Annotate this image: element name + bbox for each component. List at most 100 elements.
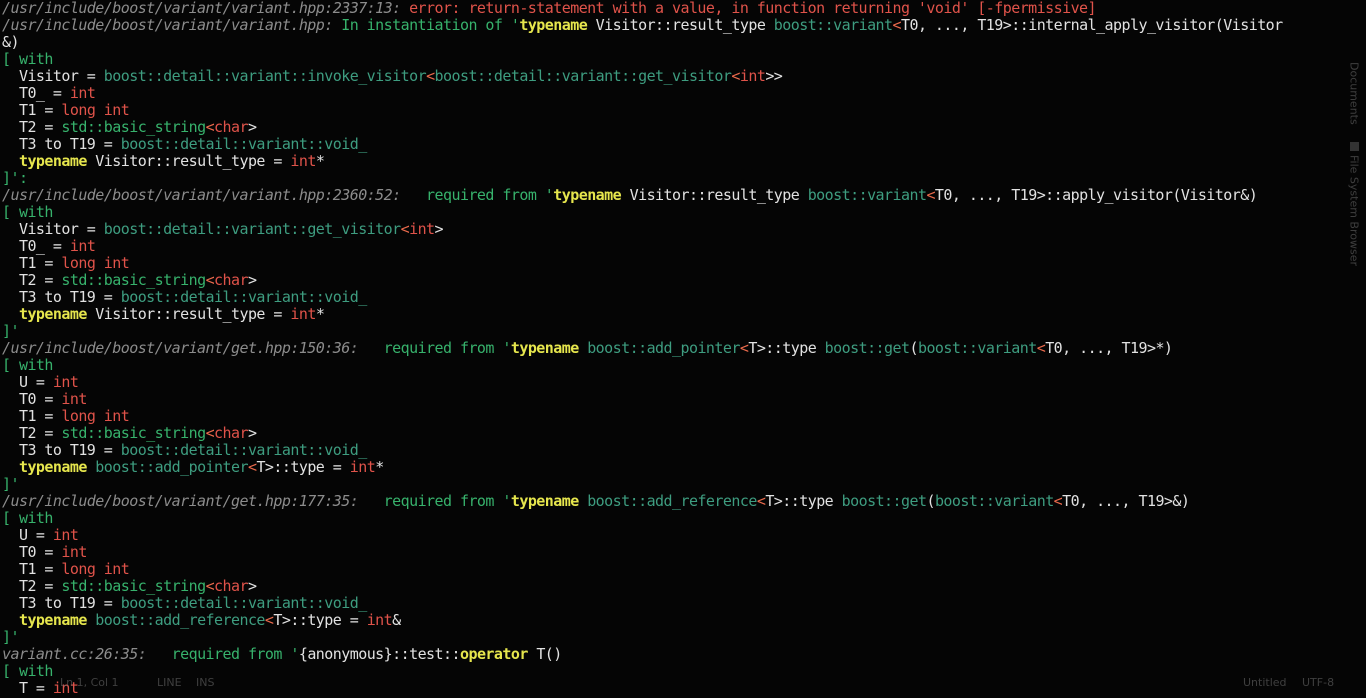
line-token: boost::add_pointer — [578, 339, 740, 357]
line-token: boost::add_reference — [578, 492, 757, 510]
line-token: [ with — [2, 203, 53, 221]
line-token: T3 to T19 = — [2, 441, 121, 459]
line-token: boost::add_reference — [86, 611, 265, 629]
line-token: std::basic_string — [61, 118, 206, 136]
output-line: ]' — [2, 629, 20, 646]
line-token: int — [366, 611, 393, 629]
compiler-output[interactable]: /usr/include/boost/variant/variant.hpp:2… — [0, 0, 1366, 698]
output-line: T2 = std::basic_string<char> — [2, 118, 257, 136]
output-line: typename Visitor::result_type = int* — [2, 152, 325, 170]
output-line: U = int — [2, 526, 79, 544]
line-token: boost::variant — [773, 16, 893, 34]
side-panel: Documents File System Browser — [1342, 44, 1366, 294]
line-token: Visitor = — [2, 220, 104, 238]
line-token: T3 to T19 = — [2, 594, 121, 612]
line-token: > — [247, 424, 257, 442]
line-token: Visitor = — [2, 67, 104, 85]
line-token: variant.cc:26:35: — [2, 645, 172, 663]
line-token: ]': — [2, 169, 28, 187]
line-token: T>::type — [748, 339, 825, 357]
line-token: < — [892, 16, 902, 34]
line-token: ]' — [2, 322, 20, 340]
line-token: [ with — [2, 50, 53, 68]
output-line: typename Visitor::result_type = int* — [2, 306, 325, 323]
output-line: T0_ = int — [2, 238, 96, 255]
output-line: T0 = int — [2, 391, 87, 408]
file-system-browser-tab-label: File System Browser — [1347, 155, 1361, 266]
line-token: T>::type = — [256, 458, 350, 476]
line-token: < — [1036, 339, 1046, 357]
output-line: T3 to T19 = boost::detail::variant::void… — [2, 289, 367, 306]
line-token: T2 = — [2, 424, 62, 442]
line-token: < — [426, 67, 435, 85]
output-line: Visitor = boost::detail::variant::invoke… — [2, 67, 783, 85]
line-token: > — [247, 577, 257, 595]
output-line: [ with — [2, 51, 53, 68]
line-token: /usr/include/boost/variant/get.hpp:150:3… — [2, 339, 384, 357]
line-token: int — [409, 220, 435, 238]
documents-tab[interactable]: Documents — [1344, 62, 1364, 125]
line-token: typename — [510, 339, 579, 357]
file-system-browser-tab[interactable]: File System Browser — [1344, 142, 1364, 266]
line-token: < — [205, 118, 215, 136]
line-token: U = — [2, 373, 53, 391]
line-token: boost::detail::variant::void_ — [120, 288, 368, 306]
line-token: required from ' — [383, 492, 512, 510]
line-token: std::basic_string — [61, 271, 206, 289]
line-token: int — [69, 84, 96, 102]
line-token: Visitor::result_type = — [86, 152, 291, 170]
line-token: int — [739, 67, 766, 85]
line-token: int — [61, 543, 87, 561]
selection-mode[interactable]: LINE — [157, 676, 182, 689]
output-line: T3 to T19 = boost::detail::variant::void… — [2, 136, 367, 153]
line-token: T1 = — [2, 560, 62, 578]
line-token: T>::type — [765, 492, 842, 510]
line-token: [ with — [2, 509, 53, 527]
folder-icon — [1349, 142, 1359, 151]
output-line: T1 = long int — [2, 408, 130, 425]
line-token: boost::detail::variant::void_ — [120, 135, 368, 153]
line-token: T1 = — [2, 101, 62, 119]
line-token: T1 = — [2, 254, 62, 272]
line-token: int — [52, 526, 79, 544]
line-token: T0 = — [2, 390, 62, 408]
line-token: < — [926, 186, 935, 204]
line-token: T0, ..., T19>::internal_apply_visitor(Vi… — [901, 16, 1283, 34]
line-token: >> — [765, 67, 783, 85]
line-token: &) — [2, 33, 20, 51]
line-token: Visitor::result_type — [621, 186, 808, 204]
line-token: std::basic_string — [61, 424, 206, 442]
output-line: /usr/include/boost/variant/get.hpp:177:3… — [2, 492, 1190, 510]
line-token: & — [392, 611, 401, 629]
line-token: /usr/include/boost/variant/variant.hpp:2… — [2, 186, 427, 204]
line-token: required from ' — [171, 645, 300, 663]
line-token: < — [731, 67, 740, 85]
line-token: typename — [510, 492, 579, 510]
insert-mode[interactable]: INS — [196, 676, 214, 689]
line-token: typename — [553, 186, 622, 204]
output-line: &) — [2, 33, 20, 51]
line-token: Visitor::result_type — [587, 16, 774, 34]
line-token: boost::detail::variant::get_visitor — [434, 67, 732, 85]
output-line: Visitor = boost::detail::variant::get_vi… — [2, 220, 444, 238]
status-bar: Ln 1, Col 1 LINE INS Untitled UTF-8 — [0, 672, 1366, 698]
line-token: int — [61, 390, 87, 408]
line-token: [ with — [2, 356, 53, 374]
line-token: boost::detail::variant::void_ — [120, 441, 368, 459]
line-token: typename — [2, 611, 87, 629]
output-line: ]' — [2, 476, 20, 493]
line-token: T3 to T19 = — [2, 135, 121, 153]
encoding[interactable]: UTF-8 — [1302, 676, 1334, 689]
line-token: int — [52, 373, 79, 391]
line-token: error: return-statement with a value, in… — [409, 0, 1097, 17]
line-token: long int — [61, 101, 130, 119]
line-token: std::basic_string — [61, 577, 206, 595]
output-line: U = int — [2, 373, 79, 391]
line-token: /usr/include/boost/variant/variant.hpp: — [2, 16, 342, 34]
documents-tab-label: Documents — [1347, 62, 1361, 125]
line-token: < — [400, 220, 410, 238]
output-line: [ with — [2, 204, 53, 221]
line-token: boost::variant — [807, 186, 927, 204]
line-token: < — [205, 271, 215, 289]
line-token: boost::detail::variant::invoke_visitor — [103, 67, 427, 85]
